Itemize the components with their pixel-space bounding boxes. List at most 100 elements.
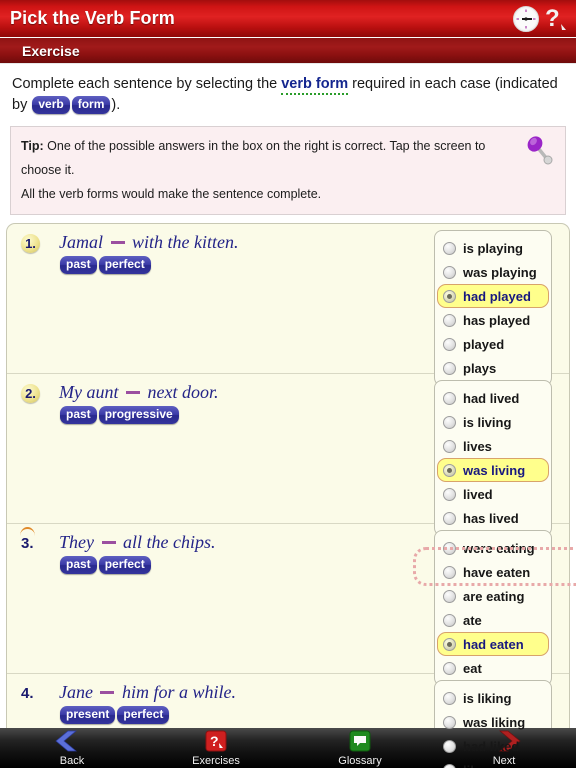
answer-option-label: had played — [463, 288, 531, 304]
answer-option[interactable]: is playing — [435, 236, 551, 260]
sentence-after-blank: all the chips. — [123, 532, 216, 553]
instructions-part-3: ). — [111, 97, 121, 114]
tip-line-1: Tip: One of the possible answers in the … — [21, 135, 507, 183]
answer-option[interactable]: lived — [435, 482, 551, 506]
radio-button-icon[interactable] — [443, 661, 456, 675]
radio-button-icon[interactable] — [443, 715, 456, 729]
answer-option-label: eat — [463, 660, 482, 676]
radio-button-icon[interactable] — [443, 391, 456, 405]
answer-option-label: is playing — [463, 240, 523, 256]
answer-option[interactable]: were eating — [435, 536, 551, 560]
answer-option[interactable]: has played — [435, 308, 551, 332]
radio-button-icon[interactable] — [443, 487, 456, 501]
answer-option-label: was living — [463, 462, 526, 478]
title-bar: Pick the Verb Form ? — [0, 0, 576, 38]
tip-text-1: One of the possible answers in the box o… — [21, 139, 486, 177]
help-question-mark-icon[interactable]: ? — [544, 4, 570, 34]
answer-option-label: were eating — [463, 540, 535, 556]
answer-option-label: was liking — [463, 714, 526, 730]
radio-button-icon[interactable] — [443, 637, 456, 651]
radio-button-icon[interactable] — [443, 589, 456, 603]
question-number: 4. — [21, 685, 34, 703]
answer-option-label: ate — [463, 612, 482, 628]
answer-option-label: plays — [463, 360, 497, 376]
question-tag: past — [60, 556, 97, 575]
question-tags: past perfect — [59, 256, 152, 275]
answer-option[interactable]: are eating — [435, 584, 551, 608]
tip-box: Tip: One of the possible answers in the … — [10, 126, 566, 216]
answer-option[interactable]: ate — [435, 608, 551, 632]
sentence-before-blank: Jamal — [59, 232, 103, 253]
sentence-before-blank: They — [59, 532, 94, 553]
answer-option[interactable]: was living — [435, 458, 551, 483]
sentence-after-blank: next door. — [147, 382, 219, 403]
answer-option-label: is liking — [463, 690, 512, 706]
question-row: 3. They all the chips. past perfect were eat… — [7, 524, 569, 687]
sentence-blank — [125, 391, 140, 395]
answer-option[interactable]: is liking — [435, 686, 551, 710]
radio-button-icon[interactable] — [443, 691, 456, 705]
radio-button-icon[interactable] — [443, 289, 456, 303]
question-number: 3. — [20, 527, 43, 556]
sentence-blank — [100, 691, 115, 695]
answer-option-label: was playing — [463, 264, 537, 280]
radio-button-icon[interactable] — [443, 565, 456, 579]
radio-button-icon[interactable] — [443, 511, 456, 525]
question-list: 1. Jamal with the kitten. past perfect is pl… — [7, 224, 569, 768]
question-tags: past progressive — [59, 406, 180, 425]
answer-option[interactable]: had lived — [435, 386, 551, 410]
title-bar-icons: ? — [512, 4, 570, 34]
answer-option[interactable]: have eaten — [435, 560, 551, 584]
radio-button-icon[interactable] — [443, 241, 456, 255]
tip-line-2: All the verb forms would make the senten… — [21, 186, 322, 201]
question-sentence: My aunt next door. — [59, 382, 218, 403]
verb-form-link[interactable]: verb form — [281, 76, 349, 95]
question-tag: perfect — [117, 706, 170, 725]
question-tag: past — [60, 406, 97, 425]
toolbar-back-label: Back — [59, 755, 85, 767]
radio-button-icon[interactable] — [443, 541, 456, 555]
answer-option[interactable]: had played — [435, 284, 551, 309]
answer-option-label: had lived — [463, 390, 520, 406]
toolbar-glossary-button[interactable]: Glossary — [288, 728, 432, 768]
radio-button-icon[interactable] — [443, 415, 456, 429]
section-bar: Exercise — [0, 38, 576, 64]
toolbar-back-button[interactable]: Back — [0, 728, 144, 768]
radio-button-icon[interactable] — [443, 313, 456, 327]
toolbar-glossary-label: Glossary — [338, 755, 382, 767]
question-tag: progressive — [98, 406, 179, 425]
answer-option-label: had eaten — [463, 636, 524, 652]
radio-button-icon[interactable] — [443, 439, 456, 453]
answer-option-label: played — [463, 336, 505, 352]
question-tags: present perfect — [59, 706, 170, 725]
question-row: 1. Jamal with the kitten. past perfect is pl… — [7, 224, 569, 387]
section-title: Exercise — [22, 42, 80, 59]
answer-option[interactable]: played — [435, 332, 551, 356]
answer-option[interactable]: lives — [435, 434, 551, 458]
radio-button-icon[interactable] — [443, 361, 456, 375]
toolbar-exercises-button[interactable]: ? Exercises — [144, 728, 288, 768]
answer-option-label: are eating — [463, 588, 525, 604]
radio-button-icon[interactable] — [443, 265, 456, 279]
answer-option[interactable]: was playing — [435, 260, 551, 284]
answer-option-label: had liked — [463, 738, 520, 754]
question-sentence: Jane him for a while. — [59, 682, 236, 703]
answer-option[interactable]: is living — [435, 410, 551, 434]
toolbar-exercises-label: Exercises — [192, 755, 240, 767]
radio-button-icon[interactable] — [443, 463, 456, 477]
question-tag: perfect — [98, 556, 151, 575]
question-number: 2. — [21, 384, 40, 404]
question-sentence: Jamal with the kitten. — [59, 232, 238, 253]
instructions-text: Complete each sentence by selecting the … — [0, 64, 576, 118]
radio-button-icon[interactable] — [443, 613, 456, 627]
answer-option[interactable]: had eaten — [435, 632, 551, 657]
answer-option-label: has played — [463, 312, 531, 328]
sentence-before-blank: My aunt — [59, 382, 119, 403]
question-tags: past perfect — [59, 556, 152, 575]
clock-icon[interactable] — [512, 5, 540, 33]
sentence-after-blank: with the kitten. — [132, 232, 239, 253]
radio-button-icon[interactable] — [443, 739, 456, 753]
question-sentence: They all the chips. — [59, 532, 216, 553]
radio-button-icon[interactable] — [443, 337, 456, 351]
exercise-card: 1. Jamal with the kitten. past perfect is pl… — [6, 223, 570, 768]
